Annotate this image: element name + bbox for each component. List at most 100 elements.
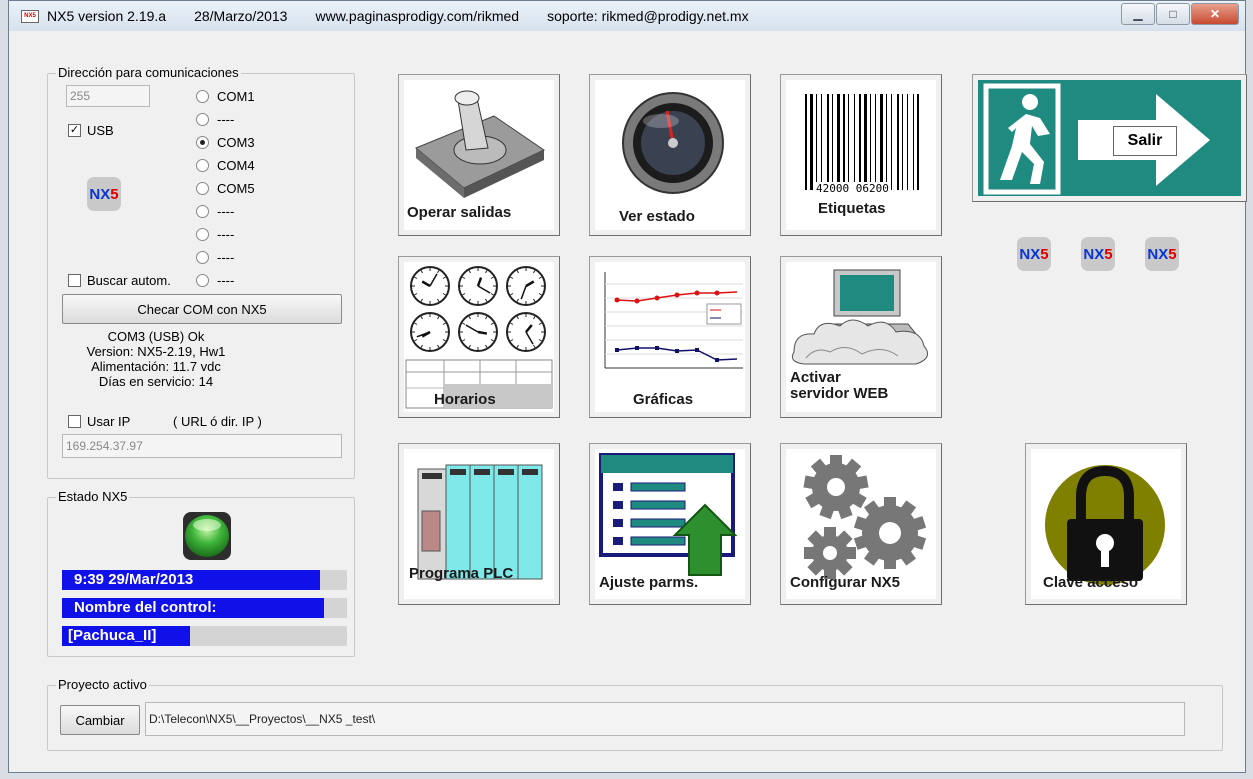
port-radio-2[interactable]: ---- — [196, 112, 234, 127]
operar-salidas-label: Operar salidas — [407, 204, 512, 221]
port-radio-8[interactable]: ---- — [196, 250, 234, 265]
close-icon: ✕ — [1209, 7, 1221, 21]
port-radio-4[interactable]: COM4 — [196, 158, 255, 173]
minimize-icon: ▁ — [1133, 7, 1143, 21]
name-label-bar: Nombre del control: — [62, 598, 347, 618]
exit-icon — [983, 83, 1210, 195]
graficas-button[interactable]: Gráficas — [589, 256, 751, 418]
status-line: Días en servicio: 14 — [98, 374, 214, 389]
logo-suffix: 5 — [1040, 245, 1049, 263]
configurar-nx5-button[interactable]: Configurar NX5 — [780, 443, 942, 605]
radio-selected-icon — [196, 136, 209, 149]
nx5-logo-1: NX 5 — [1017, 237, 1051, 271]
port-radio-3[interactable]: COM3 — [196, 135, 255, 150]
maximize-button[interactable]: □ — [1156, 3, 1190, 25]
datetime-bar: 9:39 29/Mar/2013 — [62, 570, 347, 590]
com-status: COM3 (USB) Ok Version: NX5-2.19, Hw1 Ali… — [61, 329, 251, 389]
port-label: COM1 — [217, 89, 255, 104]
logo-prefix: NX — [89, 185, 111, 203]
ip-field[interactable]: 169.254.37.97 — [62, 434, 342, 458]
radio-icon — [196, 90, 209, 103]
close-button[interactable]: ✕ — [1191, 3, 1239, 25]
toggle-switch-icon — [415, 90, 546, 198]
line-chart-icon — [604, 272, 743, 369]
etiquetas-button[interactable]: 42000 06200 Etiquetas — [780, 74, 942, 236]
gauge-icon — [622, 92, 724, 194]
settings-form-icon — [599, 453, 738, 576]
comms-legend: Dirección para comunicaciones — [56, 65, 241, 80]
control-name-value: [Pachuca_II] — [62, 626, 190, 646]
port-label: ---- — [217, 112, 235, 127]
datetime-value: 9:39 29/Mar/2013 — [62, 570, 320, 590]
tile-inner: Operar salidas — [404, 80, 554, 230]
app-icon: NX5 — [21, 9, 39, 23]
buscar-checkbox[interactable]: Buscar autom. — [68, 273, 171, 288]
radio-icon — [196, 113, 209, 126]
cambiar-button[interactable]: Cambiar — [60, 705, 140, 735]
horarios-button[interactable]: Horarios — [398, 256, 560, 418]
operar-salidas-button[interactable]: Operar salidas — [398, 74, 560, 236]
port-radio-1[interactable]: COM1 — [196, 89, 255, 104]
usb-checkbox[interactable]: ✓ USB — [68, 123, 114, 138]
port-label: ---- — [217, 250, 235, 265]
radio-icon — [196, 251, 209, 264]
status-line: Alimentación: 11.7 vdc — [91, 359, 221, 374]
usar-ip-label: Usar IP — [87, 414, 131, 429]
clave-acceso-label: Clave acceso — [1043, 574, 1139, 591]
activar-web-label-2: servidor WEB — [790, 385, 889, 402]
clocks-icon — [410, 266, 546, 352]
logo-prefix: NX — [1019, 245, 1041, 263]
control-name-label: Nombre del control: — [62, 598, 324, 618]
title-bar[interactable]: NX5 NX5 version 2.19.a 28/Marzo/2013 www… — [9, 1, 1245, 31]
ajuste-parms-button[interactable]: Ajuste parms. — [589, 443, 751, 605]
window-controls: ▁ □ ✕ — [1120, 3, 1239, 25]
clave-acceso-button[interactable]: Clave acceso — [1025, 443, 1187, 605]
salir-button[interactable]: Salir — [972, 74, 1247, 202]
checar-com-button[interactable]: Checar COM con NX5 — [62, 294, 342, 324]
programa-plc-button[interactable]: Programa PLC — [398, 443, 560, 605]
barcode-number: 42000 06200 — [816, 182, 889, 195]
port-label: ---- — [217, 273, 235, 288]
port-label: ---- — [217, 227, 235, 242]
title-date: 28/Marzo/2013 — [194, 8, 288, 24]
port-label: COM5 — [217, 181, 255, 196]
logo-suffix: 5 — [110, 185, 119, 203]
port-radio-7[interactable]: ---- — [196, 227, 234, 242]
nx5-logo-comms: NX 5 — [87, 177, 121, 211]
name-value-bar: [Pachuca_II] — [62, 626, 347, 646]
tile-inner: Horarios — [404, 262, 554, 412]
configurar-nx5-label: Configurar NX5 — [790, 574, 901, 591]
port-radio-6[interactable]: ---- — [196, 204, 234, 219]
tile-inner: Programa PLC — [404, 449, 554, 599]
status-led-icon — [183, 512, 231, 560]
title-version: NX5 version 2.19.a — [47, 8, 167, 24]
activar-web-button[interactable]: Activar servidor WEB — [780, 256, 942, 418]
salir-panel: Salir — [978, 80, 1241, 196]
nx5-logo-2: NX 5 — [1081, 237, 1115, 271]
main-window: NX5 NX5 version 2.19.a 28/Marzo/2013 www… — [8, 0, 1247, 773]
port-radio-9[interactable]: ---- — [196, 273, 234, 288]
project-path-field[interactable]: D:\Telecon\NX5\__Proyectos\__NX5 _test\ — [145, 702, 1185, 736]
padlock-icon — [1045, 465, 1165, 585]
port-radio-5[interactable]: COM5 — [196, 181, 255, 196]
usar-ip-checkbox[interactable]: Usar IP — [68, 414, 130, 429]
radio-icon — [196, 228, 209, 241]
tile-inner: 42000 06200 Etiquetas — [786, 80, 936, 230]
logo-prefix: NX — [1147, 245, 1169, 263]
port-label: COM4 — [217, 158, 255, 173]
horarios-label: Horarios — [434, 391, 496, 408]
ver-estado-button[interactable]: Ver estado — [589, 74, 751, 236]
programa-plc-label: Programa PLC — [409, 565, 514, 582]
barcode-icon — [805, 94, 919, 190]
usar-ip-check-icon — [68, 415, 81, 428]
minimize-button[interactable]: ▁ — [1121, 3, 1155, 25]
address-field[interactable]: 255 — [66, 85, 150, 107]
title-support: soporte: rikmed@prodigy.net.mx — [547, 8, 749, 24]
buscar-label: Buscar autom. — [87, 273, 171, 288]
usb-check-icon: ✓ — [68, 124, 81, 137]
radio-icon — [196, 182, 209, 195]
salir-label: Salir — [1113, 126, 1177, 156]
tile-inner: Activar servidor WEB — [786, 262, 936, 412]
tile-inner: Ajuste parms. — [595, 449, 745, 599]
ver-estado-label: Ver estado — [619, 208, 695, 225]
